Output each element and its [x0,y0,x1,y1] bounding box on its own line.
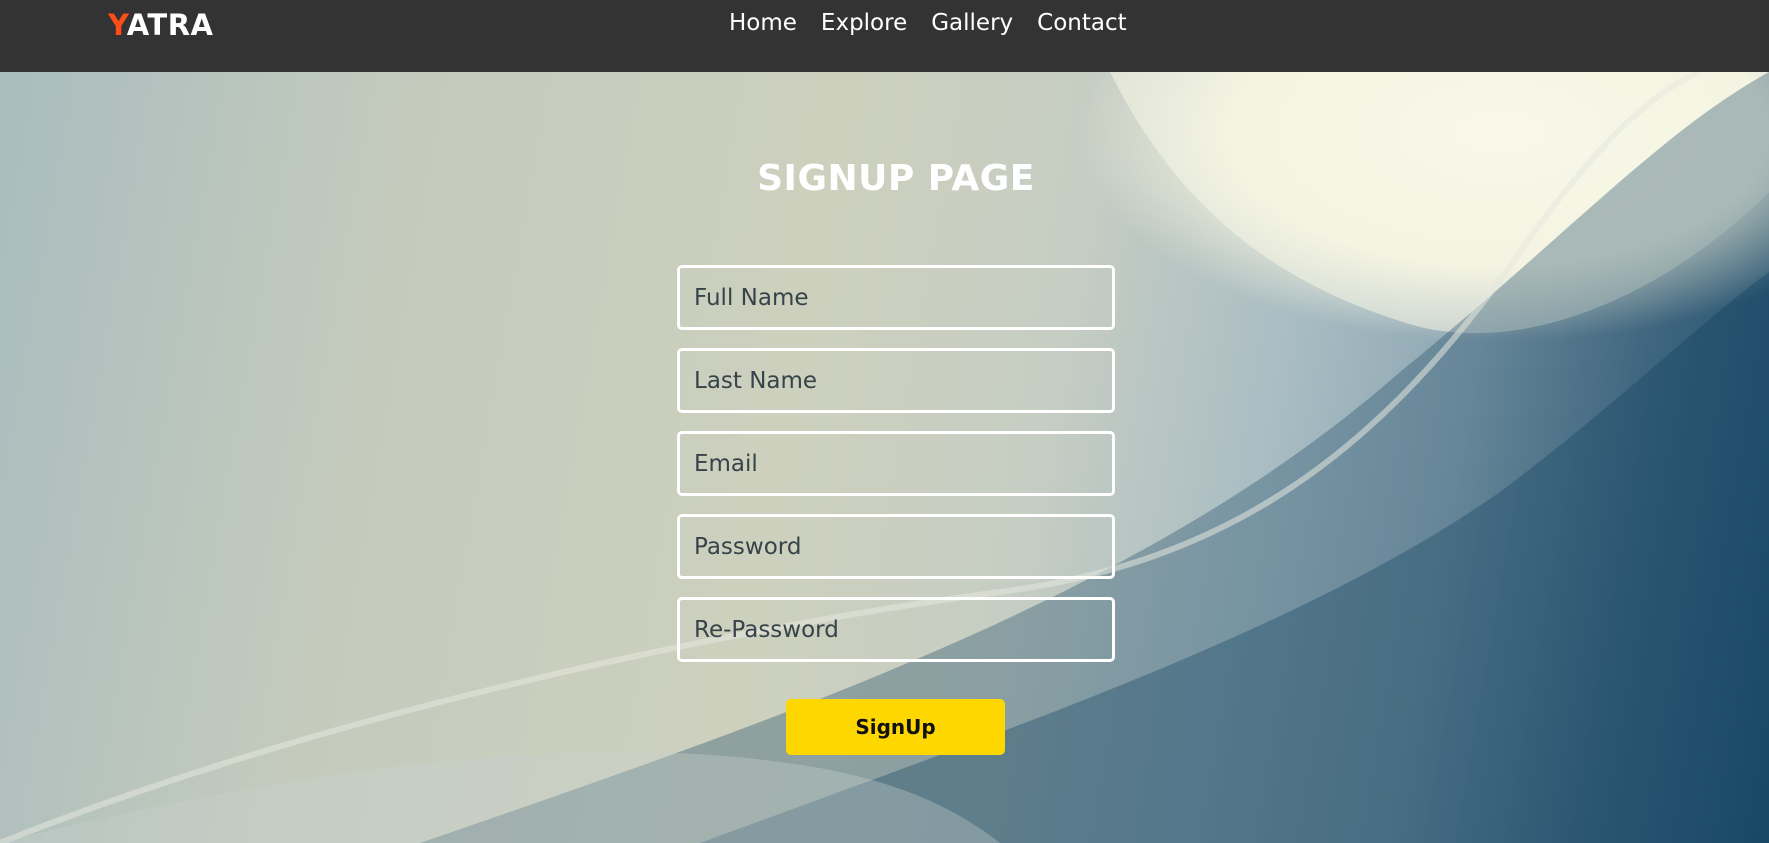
hero-background: SIGNUP PAGE SignUp [0,72,1769,843]
password-field[interactable] [677,514,1115,579]
signup-form: SignUp [677,265,1115,755]
logo[interactable]: YATRA [108,8,213,42]
nav-link-explore[interactable]: Explore [821,10,907,36]
logo-rest: ATRA [126,8,214,42]
nav-link-home[interactable]: Home [729,10,797,36]
full-name-field[interactable] [677,265,1115,330]
nav-link-gallery[interactable]: Gallery [931,10,1013,36]
logo-first-letter: Y [108,8,127,42]
nav-link-contact[interactable]: Contact [1037,10,1126,36]
top-navbar: YATRA Home Explore Gallery Contact [0,0,1769,72]
nav-links: Home Explore Gallery Contact [729,10,1127,36]
email-field[interactable] [677,431,1115,496]
re-password-field[interactable] [677,597,1115,662]
last-name-field[interactable] [677,348,1115,413]
page-title: SIGNUP PAGE [757,158,1035,199]
signup-button[interactable]: SignUp [786,699,1005,755]
